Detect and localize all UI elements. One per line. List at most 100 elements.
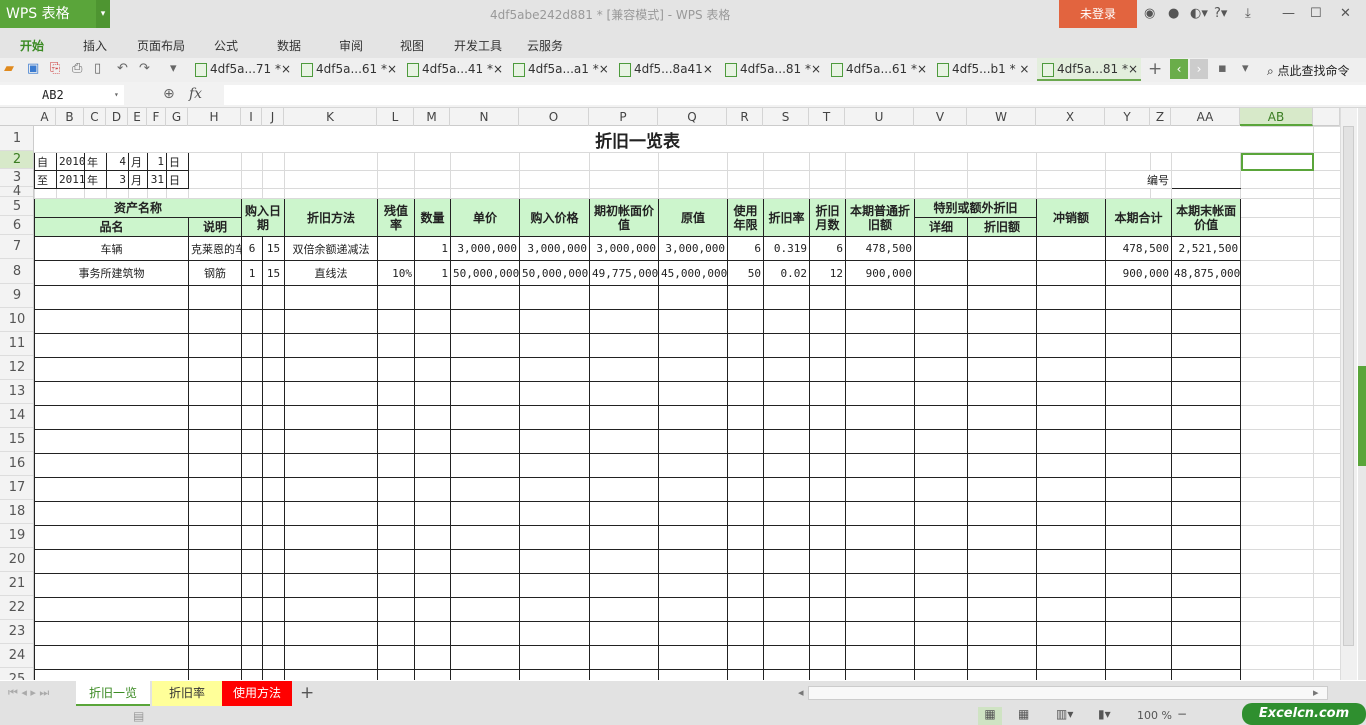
empty-cell[interactable]: [1036, 405, 1106, 430]
header-normal-dep[interactable]: 本期普通折旧额: [845, 198, 915, 237]
empty-cell[interactable]: [763, 597, 810, 622]
cell[interactable]: [1240, 357, 1315, 382]
empty-cell[interactable]: [914, 669, 968, 680]
cell[interactable]: [241, 188, 263, 199]
empty-cell[interactable]: [589, 309, 659, 334]
empty-cell[interactable]: [589, 669, 659, 680]
asset-residual[interactable]: 10%: [377, 260, 415, 286]
empty-cell[interactable]: [589, 405, 659, 430]
column-header[interactable]: C: [84, 108, 106, 126]
export-pdf-icon[interactable]: ⎘: [50, 61, 60, 76]
empty-cell[interactable]: [450, 549, 520, 574]
empty-cell[interactable]: [519, 285, 590, 310]
empty-cell[interactable]: [284, 333, 378, 358]
row-header[interactable]: 19: [0, 524, 33, 548]
empty-cell[interactable]: [519, 357, 590, 382]
empty-cell[interactable]: [589, 357, 659, 382]
asset-item[interactable]: 车辆: [34, 236, 189, 261]
empty-cell[interactable]: [658, 477, 728, 502]
add-sheet-plus-icon[interactable]: +: [300, 683, 314, 703]
tab-list-icon[interactable]: ▾: [1242, 61, 1249, 76]
empty-cell[interactable]: [450, 669, 520, 680]
empty-cell[interactable]: [763, 621, 810, 646]
asset-residual[interactable]: [377, 236, 415, 261]
empty-cell[interactable]: [1170, 669, 1242, 680]
header-special-amount[interactable]: 折旧额: [967, 217, 1037, 237]
empty-cell[interactable]: [414, 357, 451, 382]
row-header[interactable]: 17: [0, 476, 33, 500]
empty-cell[interactable]: [845, 309, 915, 334]
empty-cell[interactable]: [1105, 597, 1172, 622]
cell[interactable]: [284, 152, 378, 171]
asset-rate[interactable]: 0.02: [763, 260, 810, 286]
column-header[interactable]: U: [845, 108, 914, 126]
empty-cell[interactable]: [34, 357, 189, 382]
cell[interactable]: [56, 188, 85, 199]
empty-cell[interactable]: [727, 285, 764, 310]
empty-cell[interactable]: [589, 477, 659, 502]
period-cell[interactable]: 2011: [56, 170, 85, 189]
side-panel-strip[interactable]: [1358, 108, 1366, 680]
empty-cell[interactable]: [34, 309, 189, 334]
header-residual[interactable]: 残值率: [377, 198, 415, 237]
empty-cell[interactable]: [727, 501, 764, 526]
empty-cell[interactable]: [914, 333, 968, 358]
empty-cell[interactable]: [727, 405, 764, 430]
empty-cell[interactable]: [450, 501, 520, 526]
empty-cell[interactable]: [845, 357, 915, 382]
eye-protect-icon[interactable]: ▮▾: [1098, 707, 1111, 721]
empty-cell[interactable]: [519, 477, 590, 502]
empty-cell[interactable]: [262, 309, 285, 334]
empty-cell[interactable]: [1105, 357, 1172, 382]
empty-cell[interactable]: [845, 405, 915, 430]
empty-cell[interactable]: [1170, 525, 1242, 550]
row-header[interactable]: 21: [0, 572, 33, 596]
empty-cell[interactable]: [763, 429, 810, 454]
empty-cell[interactable]: [763, 669, 810, 680]
empty-cell[interactable]: [727, 549, 764, 574]
empty-cell[interactable]: [727, 573, 764, 598]
number-input[interactable]: [1170, 170, 1242, 189]
empty-cell[interactable]: [377, 285, 415, 310]
cell[interactable]: [763, 188, 810, 199]
empty-cell[interactable]: [1105, 477, 1172, 502]
column-header[interactable]: S: [763, 108, 809, 126]
empty-cell[interactable]: [914, 357, 968, 382]
empty-cell[interactable]: [914, 429, 968, 454]
asset-special-detail[interactable]: [914, 260, 968, 286]
empty-cell[interactable]: [519, 645, 590, 670]
empty-cell[interactable]: [1036, 645, 1106, 670]
empty-cell[interactable]: [519, 501, 590, 526]
asset-month[interactable]: 1: [241, 260, 263, 286]
empty-cell[interactable]: [1105, 429, 1172, 454]
empty-cell[interactable]: [589, 501, 659, 526]
row-header[interactable]: 15: [0, 428, 33, 452]
save-icon[interactable]: ▣: [27, 61, 39, 76]
cell[interactable]: [1313, 260, 1340, 286]
header-purchase-price[interactable]: 购入价格: [519, 198, 590, 237]
asset-month[interactable]: 6: [241, 236, 263, 261]
empty-cell[interactable]: [727, 645, 764, 670]
cell[interactable]: [1313, 621, 1340, 646]
cell[interactable]: [262, 152, 285, 171]
empty-cell[interactable]: [377, 477, 415, 502]
empty-cell[interactable]: [414, 477, 451, 502]
feedback-icon[interactable]: ●: [1168, 6, 1179, 21]
reading-mode-icon[interactable]: ▥▾: [1056, 707, 1073, 721]
empty-cell[interactable]: [377, 597, 415, 622]
empty-cell[interactable]: [377, 573, 415, 598]
empty-cell[interactable]: [188, 501, 242, 526]
empty-cell[interactable]: [1170, 333, 1242, 358]
empty-cell[interactable]: [284, 357, 378, 382]
empty-cell[interactable]: [519, 621, 590, 646]
empty-cell[interactable]: [34, 501, 189, 526]
empty-cell[interactable]: [284, 285, 378, 310]
empty-cell[interactable]: [241, 501, 263, 526]
header-opening[interactable]: 期初帐面价值: [589, 198, 659, 237]
cell[interactable]: [1313, 309, 1340, 334]
row-header[interactable]: 22: [0, 596, 33, 620]
cell[interactable]: [1240, 188, 1315, 199]
empty-cell[interactable]: [34, 573, 189, 598]
column-header[interactable]: Z: [1150, 108, 1171, 126]
asset-unit-price[interactable]: 50,000,000: [450, 260, 520, 286]
